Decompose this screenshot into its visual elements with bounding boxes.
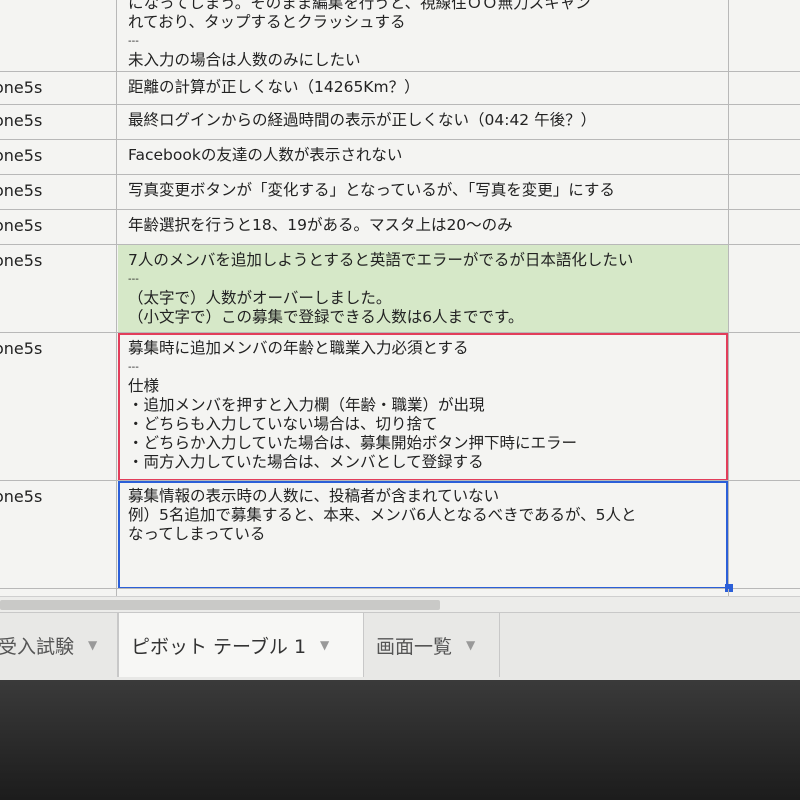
chevron-down-icon[interactable]: ▼: [320, 638, 329, 652]
cell-description-outlined[interactable]: 募集時に追加メンバの年齢と職業入力必須とする --- 仕様 ・追加メンバを押すと入力欄…: [118, 333, 728, 481]
chevron-down-icon[interactable]: ▼: [88, 638, 97, 652]
scrollbar-thumb[interactable]: [0, 600, 440, 610]
spreadsheet-grid: になってしまう。そのまま編集を行うと、視線住ＯＯ無力スキャン れており、タップする…: [0, 0, 800, 612]
tab-label: 画面一覧: [376, 635, 453, 658]
table-row[interactable]: one5s Facebookの友達の人数が表示されない: [0, 140, 800, 175]
cell-device[interactable]: one5s: [0, 175, 117, 210]
cell-device[interactable]: [0, 0, 117, 72]
monitor-bezel: [0, 680, 800, 800]
cell-description[interactable]: 最終ログインからの経過時間の表示が正しくない（04:42 午後？）: [118, 105, 728, 140]
cell-description[interactable]: 距離の計算が正しくない（14265Km？）: [118, 72, 728, 105]
cell-device[interactable]: one5s: [0, 245, 117, 333]
table-row[interactable]: one5s 年齢選択を行うと18、19がある。マスタ上は20〜のみ: [0, 210, 800, 245]
cell-empty[interactable]: [728, 0, 800, 72]
chevron-down-icon[interactable]: ▼: [466, 638, 475, 652]
cell-empty[interactable]: [728, 140, 800, 175]
cell-device[interactable]: one5s: [0, 210, 117, 245]
sheet-tab-bar: 受入試験 ▼ ピボット テーブル 1 ▼ 画面一覧 ▼: [0, 612, 800, 681]
cell-device[interactable]: one5s: [0, 72, 117, 105]
tab-screen-list[interactable]: 画面一覧 ▼: [364, 613, 500, 677]
cell-device[interactable]: one5s: [0, 333, 117, 481]
tab-label: ピボット テーブル 1: [131, 635, 307, 658]
tab-acceptance-test[interactable]: 受入試験 ▼: [0, 613, 118, 677]
cell-empty[interactable]: [728, 245, 800, 333]
selected-cell[interactable]: 募集情報の表示時の人数に、投稿者が含まれていない 例）5名追加で募集すると、本来、…: [118, 481, 728, 589]
cell-description[interactable]: Facebookの友達の人数が表示されない: [118, 140, 728, 175]
cell-description[interactable]: 年齢選択を行うと18、19がある。マスタ上は20〜のみ: [118, 210, 728, 245]
cell-empty[interactable]: [728, 72, 800, 105]
table-row[interactable]: one5s 最終ログインからの経過時間の表示が正しくない（04:42 午後？）: [0, 105, 800, 140]
table-row[interactable]: one5s 7人のメンバを追加しようとすると英語でエラーがでるが日本語化したい-…: [0, 245, 800, 333]
cell-description[interactable]: 写真変更ボタンが「変化する」となっているが、「写真を変更」にする: [118, 175, 728, 210]
cell-device[interactable]: one5s: [0, 105, 117, 140]
table-row[interactable]: になってしまう。そのまま編集を行うと、視線住ＯＯ無力スキャン れており、タップする…: [0, 0, 800, 72]
cell-empty[interactable]: [728, 333, 800, 481]
table-row[interactable]: one5s 募集時に追加メンバの年齢と職業入力必須とする---仕様・追加メンバを…: [0, 333, 800, 481]
cell-empty[interactable]: [728, 175, 800, 210]
cell-device[interactable]: one5s: [0, 481, 117, 589]
cell-empty[interactable]: [728, 105, 800, 140]
cell-description-highlighted[interactable]: 7人のメンバを追加しようとすると英語でエラーがでるが日本語化したい --- （太字で…: [118, 245, 728, 333]
cell-empty[interactable]: [728, 481, 800, 589]
cell-empty[interactable]: [728, 210, 800, 245]
tab-label: 受入試験: [0, 635, 75, 658]
table-row[interactable]: one5s 募集情報の表示時の人数に、投稿者が含まれていない例）5名追加で募集す…: [0, 481, 800, 589]
table-row[interactable]: one5s 写真変更ボタンが「変化する」となっているが、「写真を変更」にする: [0, 175, 800, 210]
horizontal-scrollbar[interactable]: [0, 596, 800, 612]
cell-description[interactable]: になってしまう。そのまま編集を行うと、視線住ＯＯ無力スキャン れており、タップする…: [118, 0, 728, 72]
tab-pivot-table[interactable]: ピボット テーブル 1 ▼: [118, 613, 364, 677]
cell-device[interactable]: one5s: [0, 140, 117, 175]
table-row[interactable]: one5s 距離の計算が正しくない（14265Km？）: [0, 72, 800, 105]
